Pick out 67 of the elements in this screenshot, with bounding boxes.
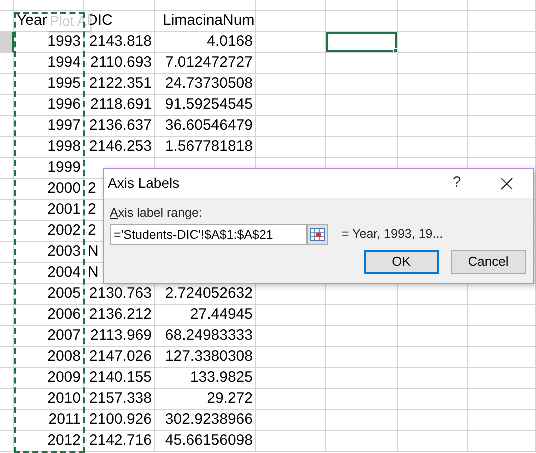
table-cell: 2011 xyxy=(48,411,81,428)
table-cell: 2 xyxy=(88,180,96,197)
table-cell: 2157.338 xyxy=(89,390,152,407)
table-cell: 1998 xyxy=(48,138,81,155)
table-cell: 133.9825 xyxy=(190,369,253,386)
column-header: Year xyxy=(17,12,48,29)
table-cell: 2 xyxy=(88,222,96,239)
table-cell: 7.012472727 xyxy=(165,54,253,71)
table-cell: 2118.691 xyxy=(90,96,152,113)
table-cell: 2009 xyxy=(48,369,81,386)
table-cell: 2143.818 xyxy=(89,33,152,50)
table-cell: 2001 xyxy=(48,201,81,218)
table-cell: 2004 xyxy=(48,264,81,281)
dialog-button[interactable]: OK xyxy=(364,250,439,274)
table-cell: 1997 xyxy=(48,117,81,134)
close-icon xyxy=(501,178,513,190)
table-cell: 1996 xyxy=(48,96,81,113)
table-cell: 36.60546479 xyxy=(165,117,253,134)
table-cell: 2136.637 xyxy=(89,117,152,134)
range-input[interactable]: ='Students-DIC'!$A$1:$A$21 xyxy=(110,224,307,245)
field-label: Axis label range: xyxy=(110,205,204,221)
table-cell: N xyxy=(88,264,99,281)
table-cell: 2005 xyxy=(48,285,81,302)
table-cell: 2100.926 xyxy=(89,411,152,428)
table-cell: 2002 xyxy=(48,222,81,239)
table-cell: 27.44945 xyxy=(190,306,253,323)
table-cell: 2012 xyxy=(48,432,81,449)
table-cell: 24.73730508 xyxy=(165,75,253,92)
table-cell: 2110.693 xyxy=(90,54,152,71)
table-cell: 1.567781818 xyxy=(165,138,253,155)
column-header: DIC xyxy=(87,12,113,29)
dialog-button[interactable]: Cancel xyxy=(451,250,526,274)
table-cell: 45.66156098 xyxy=(165,432,253,449)
table-cell: 2122.351 xyxy=(89,75,152,92)
table-cell: 1999 xyxy=(48,159,81,176)
table-cell: 2.724052632 xyxy=(165,285,253,302)
range-picker-button[interactable] xyxy=(307,224,328,245)
range-preview: = Year, 1993, 19... xyxy=(342,226,444,244)
column-header: LimacinaNum xyxy=(163,12,255,29)
table-cell: 91.59254545 xyxy=(165,96,253,113)
table-cell: 2140.155 xyxy=(89,369,152,386)
table-cell: 2008 xyxy=(48,348,81,365)
table-cell: 2003 xyxy=(48,243,81,260)
table-cell: 2130.763 xyxy=(89,285,152,302)
table-cell: 1995 xyxy=(48,75,81,92)
range-grid-icon xyxy=(310,228,325,241)
table-cell: 127.3380308 xyxy=(165,348,253,365)
table-cell: 1994 xyxy=(48,54,81,71)
table-cell: 29.272 xyxy=(207,390,253,407)
table-cell: 2136.212 xyxy=(89,306,152,323)
table-cell: 2000 xyxy=(48,180,81,197)
table-cell: 2006 xyxy=(48,306,81,323)
row-header[interactable] xyxy=(0,32,14,53)
table-cell: 2 xyxy=(88,201,96,218)
table-cell: 4.0168 xyxy=(207,33,253,50)
table-cell: 2147.026 xyxy=(89,348,152,365)
dialog-title: Axis Labels xyxy=(108,174,180,193)
table-cell: 302.9238966 xyxy=(165,411,253,428)
table-cell: 1993 xyxy=(48,33,81,50)
table-cell: N xyxy=(88,243,99,260)
help-button[interactable]: ? xyxy=(440,169,474,198)
table-cell: 68.24983333 xyxy=(165,327,253,344)
table-cell: 2142.716 xyxy=(89,432,152,449)
table-cell: 2007 xyxy=(48,327,81,344)
table-cell: 2010 xyxy=(48,390,81,407)
table-cell: 2146.253 xyxy=(89,138,152,155)
table-cell: 2113.969 xyxy=(90,327,152,344)
